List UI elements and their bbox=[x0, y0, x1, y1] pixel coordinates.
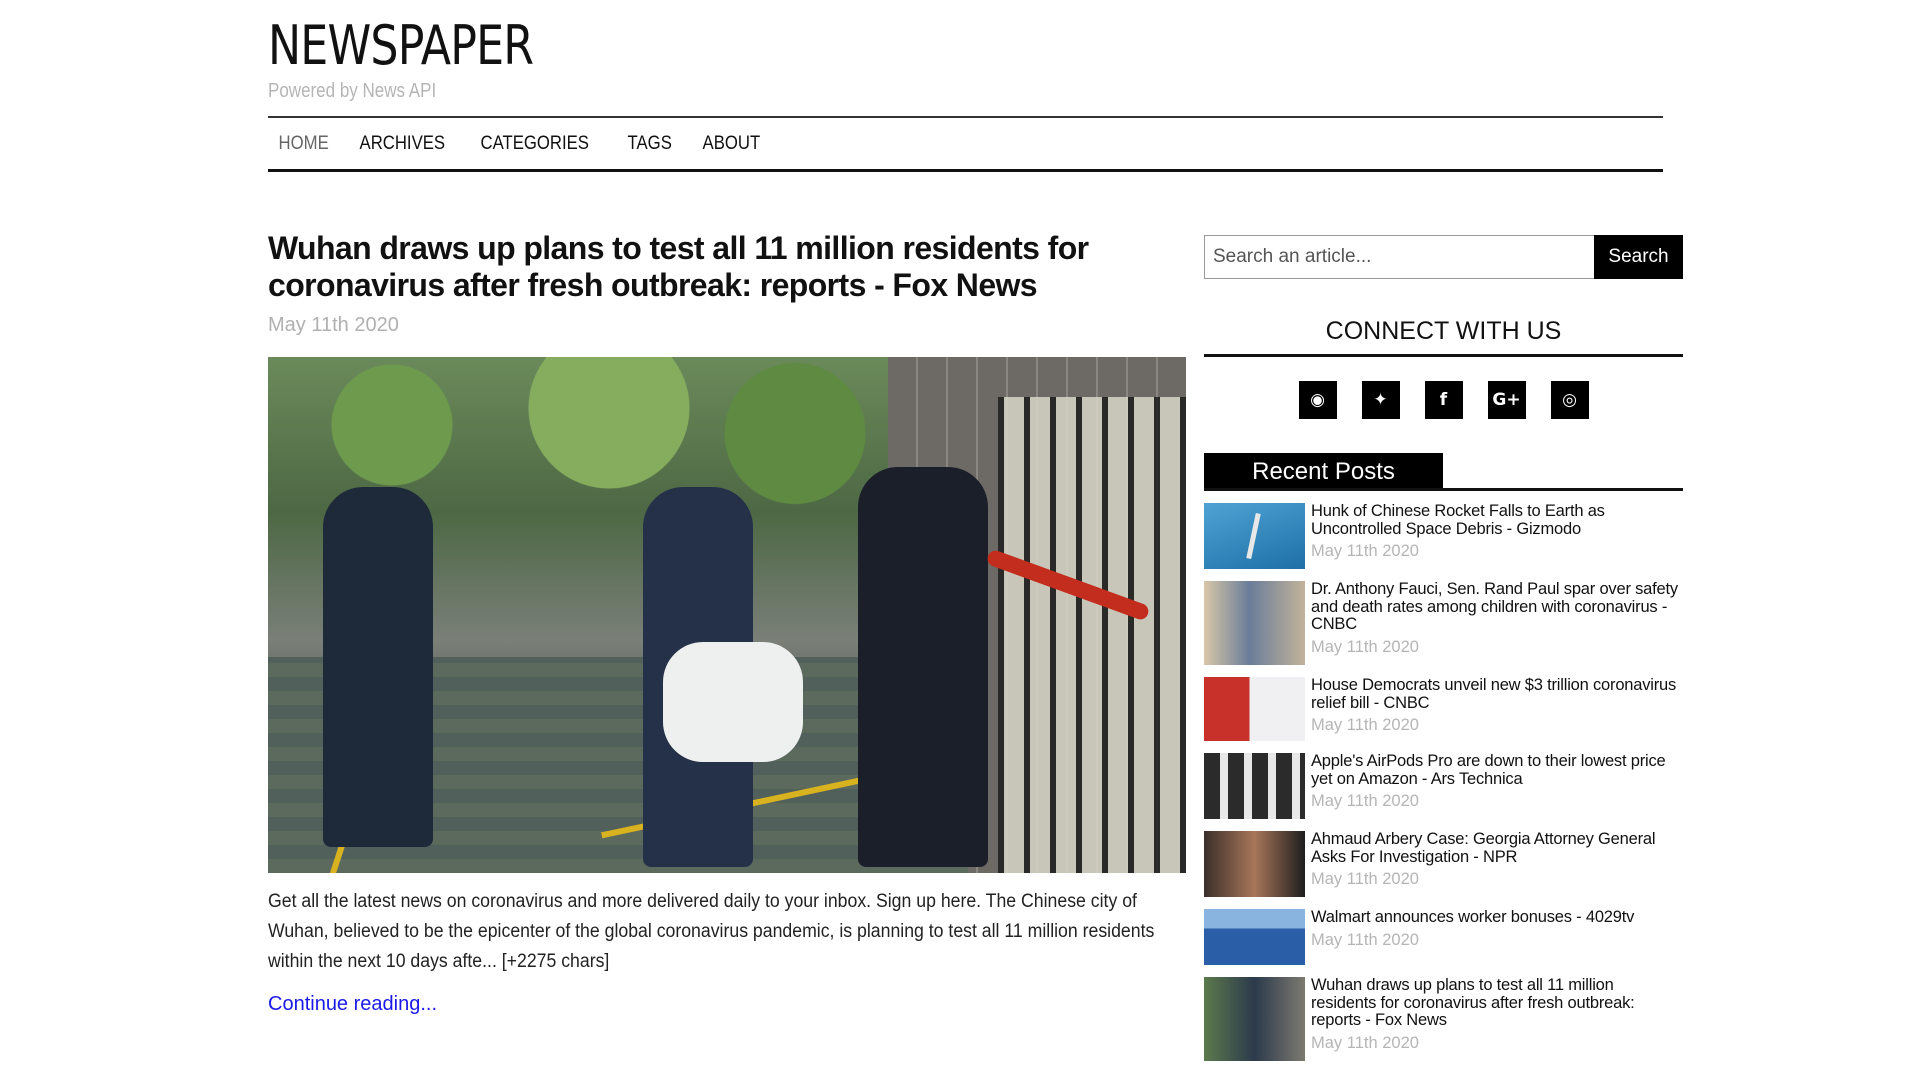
article-date: May 11th 2020 bbox=[268, 314, 399, 336]
recent-post[interactable]: House Democrats unveil new $3 trillion c… bbox=[1204, 676, 1683, 741]
post-date: May 11th 2020 bbox=[1311, 1033, 1419, 1052]
recent-posts-rule bbox=[1204, 488, 1683, 491]
post-thumbnail[interactable] bbox=[1204, 909, 1305, 965]
post-date: May 11th 2020 bbox=[1311, 930, 1419, 949]
post-thumbnail[interactable] bbox=[1204, 977, 1305, 1061]
page: NEWSPAPER Powered by News API HOME ARCHI… bbox=[0, 0, 1920, 1080]
social-links: ◉ ✦ f G+ ◎ bbox=[1204, 381, 1683, 419]
facebook-icon[interactable]: f bbox=[1424, 381, 1463, 419]
image-person bbox=[858, 467, 988, 867]
search-input[interactable] bbox=[1204, 235, 1594, 279]
recent-posts-list: Hunk of Chinese Rocket Falls to Earth as… bbox=[1204, 502, 1683, 1061]
image-gate bbox=[998, 397, 1186, 873]
post-date: May 11th 2020 bbox=[1311, 870, 1419, 888]
image-bag bbox=[663, 642, 803, 762]
post-date: May 11th 2020 bbox=[1311, 716, 1419, 734]
article-excerpt: Get all the latest news on coronavirus a… bbox=[268, 891, 1155, 972]
nav-tags[interactable]: TAGS bbox=[617, 133, 682, 155]
connect-rule bbox=[1204, 354, 1683, 357]
nav-home[interactable]: HOME bbox=[268, 133, 339, 155]
image-person bbox=[323, 487, 433, 847]
nav-bottom-rule bbox=[268, 169, 1663, 172]
github-icon[interactable]: ◉ bbox=[1298, 381, 1337, 419]
post-date: May 11th 2020 bbox=[1311, 792, 1419, 810]
article-image[interactable] bbox=[268, 357, 1186, 873]
masthead: NEWSPAPER Powered by News API bbox=[268, 14, 591, 103]
recent-post[interactable]: Hunk of Chinese Rocket Falls to Earth as… bbox=[1204, 502, 1683, 569]
recent-post[interactable]: Dr. Anthony Fauci, Sen. Rand Paul spar o… bbox=[1204, 580, 1683, 665]
recent-post[interactable]: Wuhan draws up plans to test all 11 mill… bbox=[1204, 976, 1683, 1061]
post-title[interactable]: Ahmaud Arbery Case: Georgia Attorney Gen… bbox=[1311, 830, 1683, 866]
recent-post[interactable]: Apple's AirPods Pro are down to their lo… bbox=[1204, 752, 1683, 819]
article-title[interactable]: Wuhan draws up plans to test all 11 mill… bbox=[268, 230, 1186, 304]
main-nav: HOME ARCHIVES CATEGORIES TAGS ABOUT bbox=[268, 118, 1663, 170]
post-thumbnail[interactable] bbox=[1204, 753, 1305, 819]
post-title[interactable]: Dr. Anthony Fauci, Sen. Rand Paul spar o… bbox=[1311, 580, 1683, 634]
recent-posts-title: Recent Posts bbox=[1204, 453, 1443, 491]
instagram-icon[interactable]: ◎ bbox=[1550, 381, 1589, 419]
site-tagline: Powered by News API bbox=[268, 80, 437, 102]
post-thumbnail[interactable] bbox=[1204, 831, 1305, 897]
recent-post[interactable]: Walmart announces worker bonuses - 4029t… bbox=[1204, 908, 1683, 965]
nav-about[interactable]: ABOUT bbox=[692, 133, 771, 155]
post-title[interactable]: Wuhan draws up plans to test all 11 mill… bbox=[1311, 976, 1683, 1030]
nav-categories[interactable]: CATEGORIES bbox=[470, 133, 600, 155]
continue-reading-link[interactable]: Continue reading... bbox=[268, 993, 437, 1016]
sidebar: Search CONNECT WITH US ◉ ✦ f G+ ◎ Recent… bbox=[1204, 235, 1683, 1073]
post-title[interactable]: Apple's AirPods Pro are down to their lo… bbox=[1311, 752, 1683, 788]
post-title[interactable]: Walmart announces worker bonuses - 4029t… bbox=[1311, 908, 1683, 927]
search-button[interactable]: Search bbox=[1594, 235, 1683, 279]
post-title[interactable]: House Democrats unveil new $3 trillion c… bbox=[1311, 676, 1683, 712]
post-date: May 11th 2020 bbox=[1311, 542, 1419, 560]
connect-heading: CONNECT WITH US bbox=[1325, 317, 1562, 345]
post-date: May 11th 2020 bbox=[1311, 637, 1419, 656]
recent-posts-header: Recent Posts bbox=[1204, 453, 1683, 491]
post-title[interactable]: Hunk of Chinese Rocket Falls to Earth as… bbox=[1311, 502, 1683, 538]
twitter-icon[interactable]: ✦ bbox=[1361, 381, 1400, 419]
featured-article: Wuhan draws up plans to test all 11 mill… bbox=[268, 230, 1186, 1016]
post-thumbnail[interactable] bbox=[1204, 677, 1305, 741]
google-plus-icon[interactable]: G+ bbox=[1487, 381, 1526, 419]
recent-post[interactable]: Ahmaud Arbery Case: Georgia Attorney Gen… bbox=[1204, 830, 1683, 897]
nav-archives[interactable]: ARCHIVES bbox=[349, 133, 456, 155]
post-thumbnail[interactable] bbox=[1204, 581, 1305, 665]
site-title[interactable]: NEWSPAPER bbox=[268, 14, 534, 78]
post-thumbnail[interactable] bbox=[1204, 503, 1305, 569]
search-form: Search bbox=[1204, 235, 1683, 279]
